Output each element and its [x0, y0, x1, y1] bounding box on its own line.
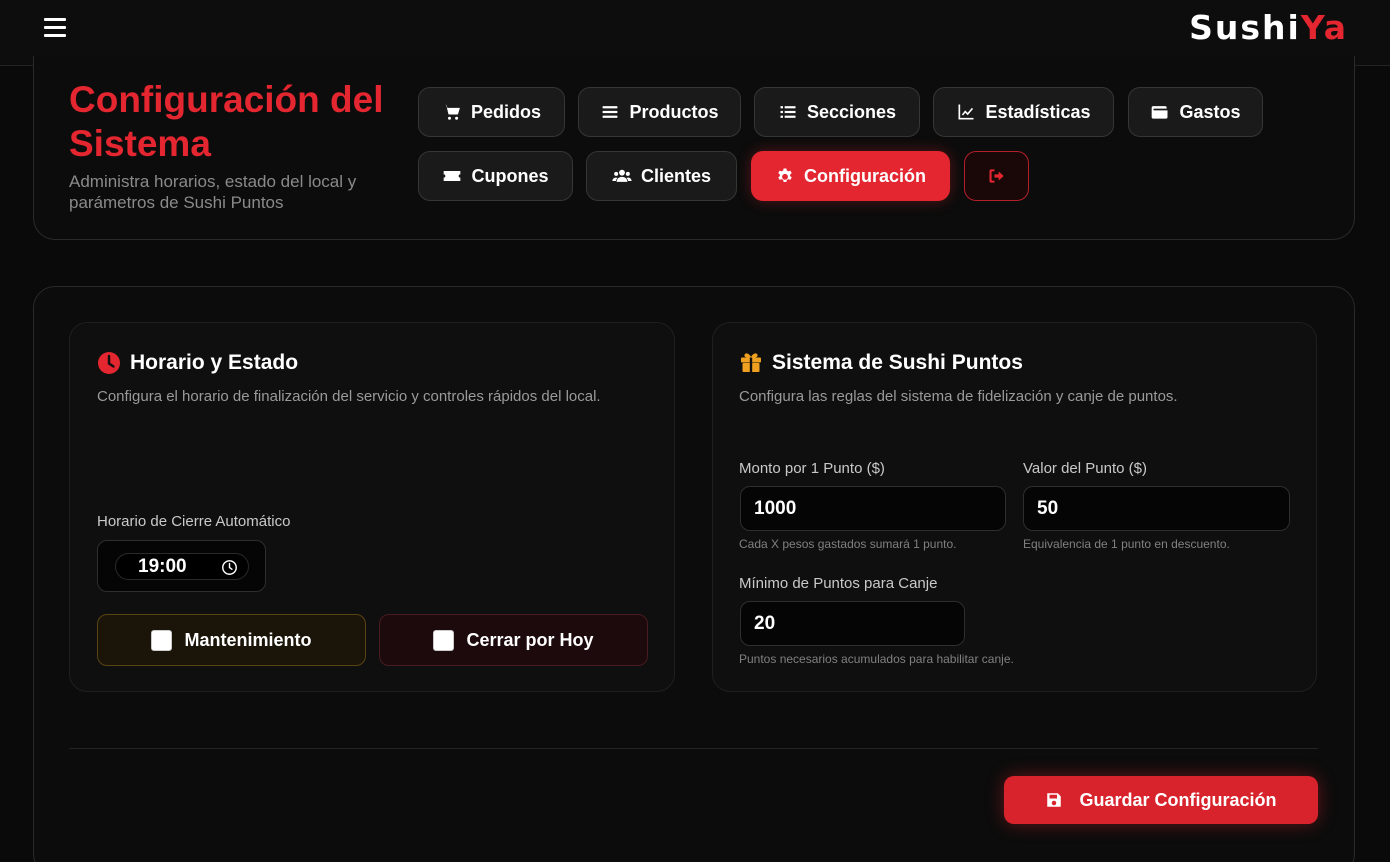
- nav-estadisticas-label: Estadísticas: [985, 101, 1091, 122]
- save-config-button[interactable]: Guardar Configuración: [1004, 776, 1318, 824]
- nav-clientes-label: Clientes: [640, 165, 712, 186]
- chart-line-icon: [958, 104, 974, 120]
- save-icon: [1047, 793, 1062, 807]
- maintenance-toggle[interactable]: Mantenimiento: [97, 614, 366, 666]
- brand-part2: Ya: [1300, 8, 1348, 47]
- sign-out-icon: [989, 169, 1004, 183]
- closing-time-value: 19:00: [138, 555, 187, 577]
- page-subtitle: Administra horarios, estado del local y …: [69, 172, 357, 212]
- nav-secciones-label: Secciones: [806, 101, 897, 122]
- logout-button[interactable]: [964, 151, 1029, 201]
- gear-icon: [778, 168, 792, 182]
- minimo-input[interactable]: [740, 601, 965, 646]
- puntos-title: Sistema de Sushi Puntos: [772, 351, 1023, 374]
- brand-part1: Sushi: [1189, 8, 1301, 47]
- brand-logo[interactable]: SushiYa: [1189, 8, 1348, 47]
- horario-title: Horario y Estado: [130, 351, 299, 374]
- nav-pedidos-label: Pedidos: [470, 101, 541, 122]
- valor-input[interactable]: [1023, 486, 1290, 531]
- monto-hint: Cada X pesos gastados sumará 1 punto.: [739, 537, 957, 551]
- valor-hint: Equivalencia de 1 punto en descuento.: [1023, 537, 1230, 551]
- clock-icon: [98, 352, 120, 374]
- list-icon: [780, 106, 796, 118]
- divider: [69, 748, 1318, 749]
- closing-time-field: 19:00: [97, 540, 266, 592]
- nav-pedidos-button[interactable]: Pedidos: [418, 87, 565, 137]
- nav-productos-button[interactable]: Productos: [578, 87, 741, 137]
- nav-estadisticas-button[interactable]: Estadísticas: [933, 87, 1114, 137]
- horario-description: Configura el horario de finalización del…: [97, 388, 601, 405]
- nav-gastos-button[interactable]: Gastos: [1128, 87, 1263, 137]
- nav-cupones-button[interactable]: Cupones: [418, 151, 573, 201]
- time-picker-icon[interactable]: [221, 559, 238, 576]
- close-today-toggle[interactable]: Cerrar por Hoy: [379, 614, 648, 666]
- ticket-icon: [444, 171, 461, 181]
- minimo-hint: Puntos necesarios acumulados para habili…: [739, 652, 1014, 666]
- nav-configuracion-label: Configuración: [804, 165, 926, 186]
- maintenance-label: Mantenimiento: [184, 629, 312, 650]
- nav-cupones-label: Cupones: [471, 165, 549, 186]
- monto-label: Monto por 1 Punto ($): [739, 460, 885, 477]
- nav-secciones-button[interactable]: Secciones: [754, 87, 920, 137]
- nav-gastos-label: Gastos: [1179, 101, 1241, 122]
- cart-icon: [443, 104, 460, 120]
- page-title: Configuración del Sistema: [69, 79, 384, 164]
- monto-input[interactable]: [740, 486, 1006, 531]
- closing-time-input[interactable]: 19:00: [115, 553, 249, 580]
- menu-lines-icon: [602, 106, 618, 118]
- nav-clientes-button[interactable]: Clientes: [586, 151, 737, 201]
- closing-time-label: Horario de Cierre Automático: [97, 513, 291, 530]
- puntos-description: Configura las reglas del sistema de fide…: [739, 388, 1178, 405]
- nav-productos-label: Productos: [629, 101, 719, 122]
- users-icon: [612, 169, 632, 182]
- gift-icon: [741, 353, 761, 372]
- close-today-label: Cerrar por Hoy: [466, 629, 594, 650]
- maintenance-checkbox[interactable]: [151, 629, 173, 651]
- menu-icon[interactable]: [44, 16, 68, 38]
- close-today-checkbox[interactable]: [433, 629, 455, 651]
- save-config-label: Guardar Configuración: [1079, 789, 1277, 810]
- nav-configuracion-button[interactable]: Configuración: [751, 151, 950, 201]
- wallet-icon: [1152, 106, 1168, 119]
- minimo-label: Mínimo de Puntos para Canje: [739, 575, 938, 592]
- valor-label: Valor del Punto ($): [1023, 460, 1147, 477]
